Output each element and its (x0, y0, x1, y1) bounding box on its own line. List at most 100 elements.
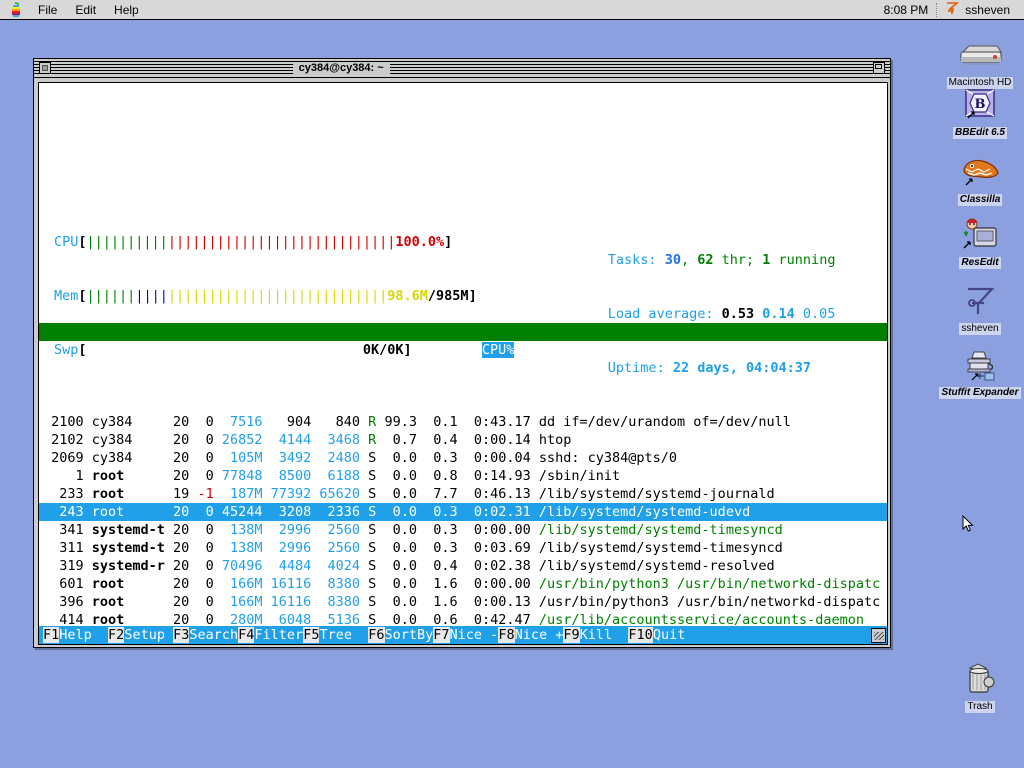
cell-pri: 19 (173, 486, 190, 502)
cell-shr: 6188 (311, 468, 361, 484)
fkey-f1[interactable]: F1 (43, 627, 60, 643)
uptime-label: Uptime: (607, 360, 673, 376)
cell-shr: 2336 (311, 504, 361, 520)
htop-meters: CPU[||||||||||||||||||||||||||||||||||||… (39, 197, 887, 376)
fkey-f6-label[interactable]: SortBy (384, 627, 434, 643)
cell-pri: 20 (173, 468, 190, 484)
fkey-f8[interactable]: F8 (498, 627, 515, 643)
table-row[interactable]: 2102 cy384 20 0 26852 4144 3468 R 0.7 0.… (39, 431, 887, 449)
cell-time: 0:00.14 (457, 432, 531, 448)
meter-value-total: /985M (427, 288, 469, 304)
cell-state: S (360, 594, 377, 610)
fkey-f2-label[interactable]: Setup (124, 627, 174, 643)
fkey-f2[interactable]: F2 (108, 627, 125, 643)
meter-label: Swp (54, 342, 79, 358)
cell-user: root (83, 504, 174, 520)
fkey-f3-label[interactable]: Search (189, 627, 239, 643)
table-row[interactable]: 341 systemd-t 20 0 138M 2996 2560 S 0.0 … (39, 521, 887, 539)
fkey-f3[interactable]: F3 (173, 627, 190, 643)
menu-item-help[interactable]: Help (105, 2, 148, 18)
fkey-f7[interactable]: F7 (433, 627, 450, 643)
menu-item-edit[interactable]: Edit (66, 2, 105, 18)
meter-bar-segment-0: |||||||||| (86, 234, 168, 250)
terminal-window[interactable]: cy384@cy384: ~ CPU[|||||||||||||||||||||… (33, 58, 891, 648)
table-row[interactable]: 1 root 20 0 77848 8500 6188 S 0.0 0.8 0:… (39, 467, 887, 485)
htop-terminal[interactable]: CPU[||||||||||||||||||||||||||||||||||||… (39, 83, 887, 644)
cell-mem: 0.3 (416, 522, 458, 538)
desktop-icon-label: Stuffit Expander (939, 387, 1021, 399)
classilla-dinosaur-alias-icon (938, 155, 1022, 189)
fkey-f8-label[interactable]: Nice + (514, 627, 564, 643)
desktop-icon-ssheven[interactable]: ssheven (938, 284, 1022, 336)
cell-cpu: 0.0 (376, 540, 417, 556)
cell-state: R (360, 432, 377, 448)
cell-command: sshd: cy384@pts/0 (530, 450, 678, 466)
cell-pid: 341 (43, 522, 84, 538)
load-1min: 0.53 (721, 306, 755, 322)
table-row[interactable]: 311 systemd-t 20 0 138M 2996 2560 S 0.0 … (39, 539, 887, 557)
cell-user: cy384 (83, 450, 174, 466)
table-row[interactable]: 233 root 19 -1 187M 77392 65620 S 0.0 7.… (39, 485, 887, 503)
fkey-f10-label[interactable]: Quit (652, 627, 702, 643)
table-row[interactable]: 243 root 20 0 45244 3208 2336 S 0.0 0.3 … (39, 503, 887, 521)
cell-shr: 2480 (311, 450, 361, 466)
cell-time: 0:00.04 (457, 450, 531, 466)
desktop-icon-trash[interactable]: Trash (938, 662, 1022, 714)
window-title-bar[interactable]: cy384@cy384: ~ (34, 59, 890, 78)
table-row[interactable]: 319 systemd-r 20 0 70496 4484 4024 S 0.0… (39, 557, 887, 575)
process-table-body[interactable]: 2100 cy384 20 0 7516 904 840 R 99.3 0.1 … (39, 413, 887, 644)
cell-virt: 138M (213, 522, 263, 538)
fkey-f1-label[interactable]: Help (59, 627, 109, 643)
fkey-f5-label[interactable]: Tree (319, 627, 369, 643)
menu-bar-divider (936, 2, 939, 17)
grow-box[interactable] (871, 628, 886, 643)
cell-mem: 1.6 (416, 576, 458, 592)
menu-bar-clock[interactable]: 8:08 PM (884, 3, 937, 17)
cell-command: /usr/bin/python3 /usr/bin/networkd-dispa… (530, 594, 881, 610)
fkey-f6[interactable]: F6 (368, 627, 385, 643)
cell-time: 0:46.13 (457, 486, 531, 502)
fkey-f9-label[interactable]: Kill (579, 627, 629, 643)
tasks-count: 30 (664, 252, 681, 268)
resedit-alias-icon (938, 218, 1022, 252)
cell-ni: 0 (189, 504, 214, 520)
cell-shr: 2560 (311, 540, 361, 556)
cell-ni: 0 (189, 558, 214, 574)
function-key-bar[interactable]: F1Help F2Setup F3SearchF4FilterF5Tree F6… (39, 626, 887, 644)
table-row[interactable]: 396 root 20 0 166M 16116 8380 S 0.0 1.6 … (39, 593, 887, 611)
table-row[interactable]: 601 root 20 0 166M 16116 8380 S 0.0 1.6 … (39, 575, 887, 593)
desktop-icon-macintosh-hd[interactable]: Macintosh HD (938, 38, 1022, 90)
application-menu-label: ssheven (965, 2, 1010, 17)
meter-bracket-close: ] (403, 342, 412, 358)
cell-pid: 2069 (43, 450, 84, 466)
meter-label: Mem (54, 288, 79, 304)
fkey-f5[interactable]: F5 (303, 627, 320, 643)
cell-time: 0:00.00 (457, 576, 531, 592)
desktop-icon-label: ssheven (959, 323, 1001, 335)
cell-user: root (83, 468, 174, 484)
fkey-f7-label[interactable]: Nice - (449, 627, 499, 643)
cell-virt: 105M (213, 450, 263, 466)
meter-label: CPU (54, 234, 79, 250)
table-row[interactable]: 2069 cy384 20 0 105M 3492 2480 S 0.0 0.3… (39, 449, 887, 467)
fkey-f4[interactable]: F4 (238, 627, 255, 643)
meter-value-total: 0K/0K (362, 342, 404, 358)
desktop-icon-bbedit[interactable]: B BBEdit 6.5 (938, 88, 1022, 140)
meter-bracket-open: [ (78, 342, 87, 358)
fkey-f10[interactable]: F10 (628, 627, 653, 643)
cell-virt: 166M (213, 594, 263, 610)
apple-logo-icon[interactable] (9, 1, 23, 18)
desktop-icon-stuffit-expander[interactable]: Stuffit Expander (938, 348, 1022, 400)
fkey-f4-label[interactable]: Filter (254, 627, 304, 643)
cell-time: 0:14.93 (457, 468, 531, 484)
menu-bar: File Edit Help 8:08 PM ssheven (0, 0, 1024, 20)
desktop-icon-classilla[interactable]: Classilla (938, 155, 1022, 207)
menu-item-file[interactable]: File (29, 2, 66, 18)
fkey-f9[interactable]: F9 (563, 627, 580, 643)
cell-virt: 70496 (213, 558, 263, 574)
zoom-box[interactable] (872, 62, 885, 74)
application-menu[interactable]: ssheven (944, 0, 1024, 19)
close-box[interactable] (39, 62, 51, 74)
cell-pid: 601 (43, 576, 84, 592)
desktop-icon-resedit[interactable]: ResEdit (938, 218, 1022, 270)
